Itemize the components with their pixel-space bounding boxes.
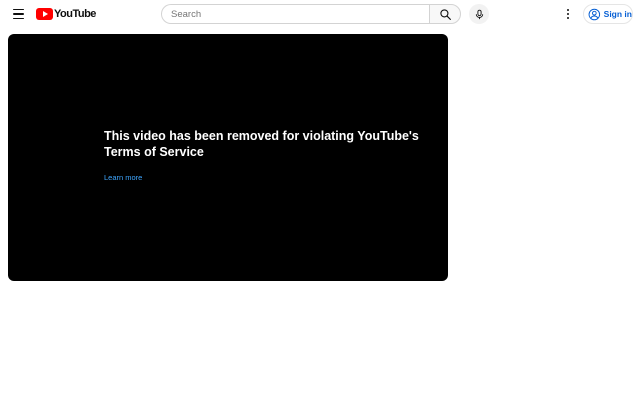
- search-box: [161, 4, 430, 24]
- hamburger-menu-icon[interactable]: [9, 5, 27, 23]
- microphone-icon: [475, 9, 483, 19]
- learn-more-link[interactable]: Learn more: [104, 173, 142, 182]
- account-circle-icon: [588, 8, 601, 20]
- search-button[interactable]: [429, 4, 461, 24]
- video-removed-message: This video has been removed for violatin…: [104, 129, 419, 159]
- more-vertical-icon[interactable]: [561, 5, 575, 23]
- voice-search-button[interactable]: [469, 4, 489, 24]
- video-player: This video has been removed for violatin…: [8, 34, 448, 281]
- masthead: YouTube Sign in: [0, 0, 640, 28]
- logo-text: YouTube: [54, 8, 96, 20]
- sign-in-button[interactable]: Sign in: [583, 4, 633, 24]
- search-icon: [439, 8, 451, 20]
- youtube-logo[interactable]: YouTube: [36, 8, 96, 20]
- youtube-play-icon: [36, 8, 53, 20]
- sign-in-label: Sign in: [603, 9, 632, 19]
- search-input[interactable]: [171, 8, 430, 20]
